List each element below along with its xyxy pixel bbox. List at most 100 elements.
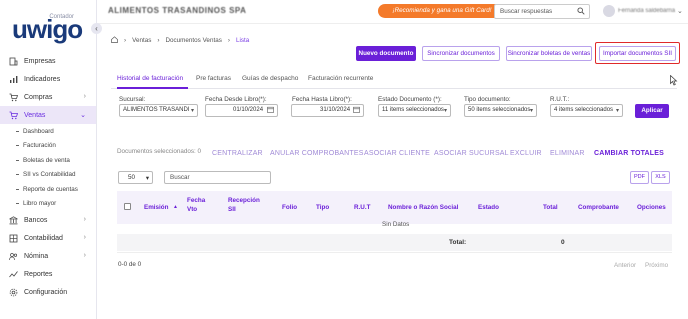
column-emision[interactable]: Emisión <box>144 204 169 211</box>
sidebar-subitem-libro-mayor[interactable]: Libro mayor <box>0 197 96 212</box>
bullet-icon <box>16 159 19 161</box>
selected-label-text: Documentos seleccionados: <box>117 148 196 155</box>
breadcrumb-separator: › <box>157 37 160 44</box>
anular-comprobantes-action[interactable]: ANULAR COMPROBANTES <box>270 150 364 157</box>
gear-icon <box>8 287 18 297</box>
chevron-right-icon: › <box>83 216 86 223</box>
sidebar-subitem-facturacion[interactable]: Facturación <box>0 139 96 154</box>
sidebar-item-nomina[interactable]: Nómina › <box>0 247 96 265</box>
sidebar-item-contabilidad[interactable]: Contabilidad › <box>0 229 96 247</box>
promo-banner[interactable]: ¡Recomienda y gana una Gift Card! <box>378 4 506 18</box>
chevron-down-icon: ⌄ <box>80 112 86 119</box>
sidebar-item-compras[interactable]: Compras › <box>0 88 96 106</box>
logo[interactable]: uwigo Contador <box>12 12 83 44</box>
fecha-desde-input[interactable]: 01/10/2024 <box>205 104 278 117</box>
sidebar-subitem-label: SII vs Contabilidad <box>23 171 76 179</box>
building-icon <box>8 56 18 66</box>
page-size-value: 50 <box>128 174 136 181</box>
column-comprobante[interactable]: Comprobante <box>578 204 619 211</box>
sidebar-subitem-label: Facturación <box>23 142 56 150</box>
sidebar-subitem-label: Dashboard <box>23 127 54 135</box>
fecha-hasta-input[interactable]: 31/10/2024 <box>291 104 364 117</box>
people-icon <box>8 251 18 261</box>
column-total[interactable]: Total <box>543 204 558 211</box>
tipo-select[interactable]: 50 items seleccionados ▾ <box>464 104 537 117</box>
calendar-icon <box>353 106 360 116</box>
sidebar-subitem-sii-vs-contabilidad[interactable]: SII vs Contabilidad <box>0 168 96 183</box>
search-icon <box>577 7 585 20</box>
breadcrumb-item[interactable]: Documentos Ventas <box>165 37 221 44</box>
table-total-row <box>117 234 672 251</box>
sidebar-subitem-boletas[interactable]: Boletas de venta <box>0 153 96 168</box>
sidebar-subitem-label: Libro mayor <box>23 200 57 208</box>
select-all-checkbox[interactable] <box>124 203 131 210</box>
total-value: 0 <box>561 239 565 246</box>
fecha-hasta-value: 31/10/2024 <box>320 107 351 113</box>
bullet-icon <box>16 130 19 132</box>
tab-recurrente[interactable]: Facturación recurrente <box>308 75 373 82</box>
new-document-button[interactable]: Nuevo documento <box>356 46 416 61</box>
total-label: Total: <box>449 239 467 246</box>
home-icon[interactable] <box>111 36 118 45</box>
sidebar-subitem-label: Reporte de cuentas <box>23 185 78 193</box>
asociar-cliente-action[interactable]: ASOCIAR CLIENTE <box>364 150 430 157</box>
cambiar-totales-action[interactable]: CAMBIAR TOTALES <box>594 150 664 157</box>
column-fecha-vto[interactable]: Fecha Vto <box>187 196 209 214</box>
sidebar-item-reportes[interactable]: Reportes <box>0 265 96 283</box>
previous-page-button[interactable]: Anterior <box>614 262 636 269</box>
sidebar-item-indicadores[interactable]: Indicadores <box>0 70 96 88</box>
tipo-value: 50 items seleccionados <box>468 107 531 113</box>
sidebar-subitem-reporte-cuentas[interactable]: Reporte de cuentas <box>0 182 96 197</box>
column-tipo[interactable]: Tipo <box>316 204 329 211</box>
column-rut[interactable]: R.U.T <box>354 204 370 211</box>
sidebar-item-label: Bancos <box>24 216 48 224</box>
column-folio[interactable]: Folio <box>282 204 297 211</box>
sidebar-item-configuracion[interactable]: Configuración <box>0 283 96 301</box>
rut-select[interactable]: 4 items seleccionados ▾ <box>550 104 623 117</box>
export-pdf-button[interactable]: PDF <box>630 171 649 184</box>
sidebar-subitem-dashboard[interactable]: Dashboard <box>0 124 96 139</box>
avatar[interactable] <box>603 5 615 17</box>
collapse-sidebar-button[interactable]: ‹ <box>91 23 102 34</box>
help-search-input[interactable]: Buscar respuestas <box>494 4 590 19</box>
asociar-sucursal-action[interactable]: ASOCIAR SUCURSAL <box>434 150 509 157</box>
tab-historial[interactable]: Historial de facturación <box>117 75 183 82</box>
next-page-button[interactable]: Próximo <box>645 262 668 269</box>
sidebar-item-empresas[interactable]: Empresas <box>0 52 96 70</box>
sucursal-select[interactable]: ALIMENTOS TRASANDI ▾ <box>119 104 198 117</box>
table-search-input[interactable]: Buscar <box>164 171 271 184</box>
breadcrumb-item[interactable]: Ventas <box>132 37 151 44</box>
breadcrumb-separator: › <box>124 37 127 44</box>
chevron-down-icon[interactable]: ⌄ <box>677 7 683 15</box>
column-estado[interactable]: Estado <box>478 204 499 211</box>
company-name: ALIMENTOS TRASANDINOS SPA <box>108 6 247 15</box>
sidebar-item-bancos[interactable]: Bancos › <box>0 211 96 229</box>
divider <box>117 252 672 253</box>
sync-receipts-button[interactable]: Sincronizar boletas de ventas <box>506 46 592 61</box>
centralizar-action[interactable]: CENTRALIZAR <box>212 150 263 157</box>
chevron-down-icon: ▾ <box>443 108 447 114</box>
user-name[interactable]: Fernanda saldebarria <box>618 8 675 14</box>
tab-guias[interactable]: Guías de despacho <box>242 75 298 82</box>
rut-label: R.U.T.: <box>550 96 570 103</box>
page-size-select[interactable]: 50 ▾ <box>118 171 153 184</box>
column-razon-social[interactable]: Nombre o Razón Social <box>388 204 458 211</box>
export-xls-button[interactable]: XLS <box>651 171 670 184</box>
chevron-down-icon: ▾ <box>145 175 149 182</box>
sidebar-item-ventas[interactable]: Ventas ⌄ <box>0 106 96 124</box>
chevron-right-icon: › <box>83 252 86 259</box>
selected-documents-label: Documentos seleccionados: 0 <box>117 148 201 155</box>
estado-select[interactable]: 11 items seleccionados ▾ <box>378 104 451 117</box>
eliminar-action[interactable]: ELIMINAR <box>550 150 585 157</box>
chevron-down-icon: ▾ <box>190 108 194 114</box>
apply-filters-button[interactable]: Aplicar <box>635 104 669 118</box>
sync-documents-button[interactable]: Sincronizar documentos <box>422 46 500 61</box>
fecha-desde-value: 01/10/2024 <box>233 107 264 113</box>
sort-asc-icon[interactable]: ▲ <box>173 204 178 210</box>
ledger-icon <box>8 233 18 243</box>
tab-pre-facturas[interactable]: Pre facturas <box>196 75 231 82</box>
column-recepcion-sii[interactable]: Recepción SII <box>228 196 262 214</box>
excluir-action[interactable]: EXCLUIR <box>510 150 542 157</box>
chevron-down-icon: ▾ <box>529 108 533 114</box>
bank-icon <box>8 215 18 225</box>
